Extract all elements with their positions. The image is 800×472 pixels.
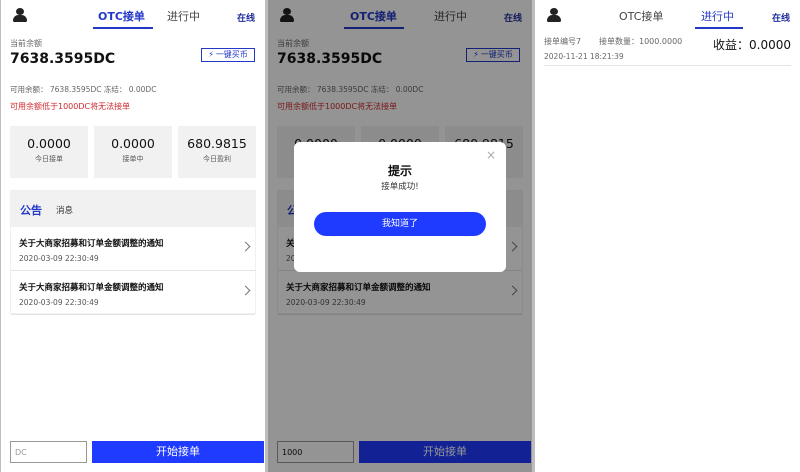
news-date: 2020-03-09 22:30:49: [19, 298, 99, 307]
order-quantity: 接单数量：1000.0000: [599, 37, 683, 46]
tab-in-progress[interactable]: 进行中: [167, 8, 200, 24]
order-number: 接单编号7: [544, 37, 582, 46]
close-icon[interactable]: ×: [486, 148, 496, 162]
stat-label: 接单中: [122, 155, 144, 163]
tab-active-indicator: [93, 27, 153, 29]
screen-otc-modal: OTC接单 进行中 在线 当前余额 7638.3595DC ⚡ 一键买币 可用余额…: [268, 0, 532, 472]
order-profit: 收益：0.0000: [713, 38, 791, 52]
stat-value: 0.0000: [111, 136, 155, 151]
stat-today-orders: 0.0000 今日接单: [10, 126, 88, 178]
got-it-button[interactable]: 我知道了: [314, 212, 486, 236]
tab-active-indicator: [695, 27, 743, 29]
list-item[interactable]: 关于大商家招募和订单金额调整的通知 2020-03-09 22:30:49: [11, 227, 255, 271]
online-status: 在线: [772, 14, 791, 24]
tab-otc[interactable]: OTC接单: [98, 8, 145, 24]
user-icon[interactable]: [547, 8, 561, 22]
stat-label: 今日接单: [35, 155, 63, 163]
screen-in-progress: OTC接单 进行中 在线 接单编号7 接单数量：1000.0000 2020-1…: [535, 0, 800, 472]
balance-warning: 可用余额低于1000DC将无法接单: [10, 102, 131, 111]
tab-otc[interactable]: OTC接单: [619, 8, 663, 24]
news-title: 关于大商家招募和订单金额调整的通知: [19, 283, 164, 293]
stat-label: 今日盈利: [203, 155, 231, 163]
available-frozen-text: 可用余额： 7638.3595DC 冻结： 0.00DC: [10, 85, 157, 94]
news-date: 2020-03-09 22:30:49: [19, 254, 99, 263]
chevron-right-icon: [240, 285, 251, 296]
order-row[interactable]: 接单编号7 接单数量：1000.0000 2020-11-21 18:21:39…: [544, 30, 791, 66]
screen-otc-home: OTC接单 进行中 在线 当前余额 7638.3595DC ⚡ 一键买币 可用余额…: [1, 0, 265, 472]
balance-value: 7638.3595DC: [10, 51, 116, 67]
online-status: 在线: [237, 14, 256, 24]
stat-value: 680.9815: [187, 136, 247, 151]
success-dialog: × 提示 接单成功! 我知道了: [294, 142, 506, 272]
amount-input[interactable]: [10, 441, 87, 463]
tab-in-progress[interactable]: 进行中: [701, 8, 734, 24]
quick-buy-button[interactable]: ⚡ 一键买币: [201, 48, 255, 62]
stat-today-profit: 680.9815 今日盈利: [178, 126, 256, 178]
user-icon[interactable]: [13, 8, 27, 22]
news-panel: 公告 消息 关于大商家招募和订单金额调整的通知 2020-03-09 22:30…: [10, 190, 256, 315]
start-order-button[interactable]: 开始接单: [92, 441, 264, 463]
dialog-message: 接单成功!: [381, 182, 419, 192]
quick-buy-label: 一键买币: [215, 50, 248, 59]
order-time: 2020-11-21 18:21:39: [544, 52, 624, 61]
chevron-right-icon: [240, 241, 251, 252]
news-title: 关于大商家招募和订单金额调整的通知: [19, 239, 164, 249]
top-nav: OTC接单 进行中 在线: [1, 0, 265, 30]
stat-value: 0.0000: [27, 136, 71, 151]
bolt-icon: ⚡: [208, 50, 214, 59]
balance-label: 当前余额: [10, 39, 42, 48]
list-item[interactable]: 关于大商家招募和订单金额调整的通知 2020-03-09 22:30:49: [11, 271, 255, 315]
tab-message[interactable]: 消息: [56, 204, 73, 216]
stat-in-orders: 0.0000 接单中: [94, 126, 172, 178]
tab-notice[interactable]: 公告: [20, 202, 42, 218]
top-nav: OTC接单 进行中 在线: [535, 0, 800, 30]
dialog-title: 提示: [387, 164, 412, 178]
